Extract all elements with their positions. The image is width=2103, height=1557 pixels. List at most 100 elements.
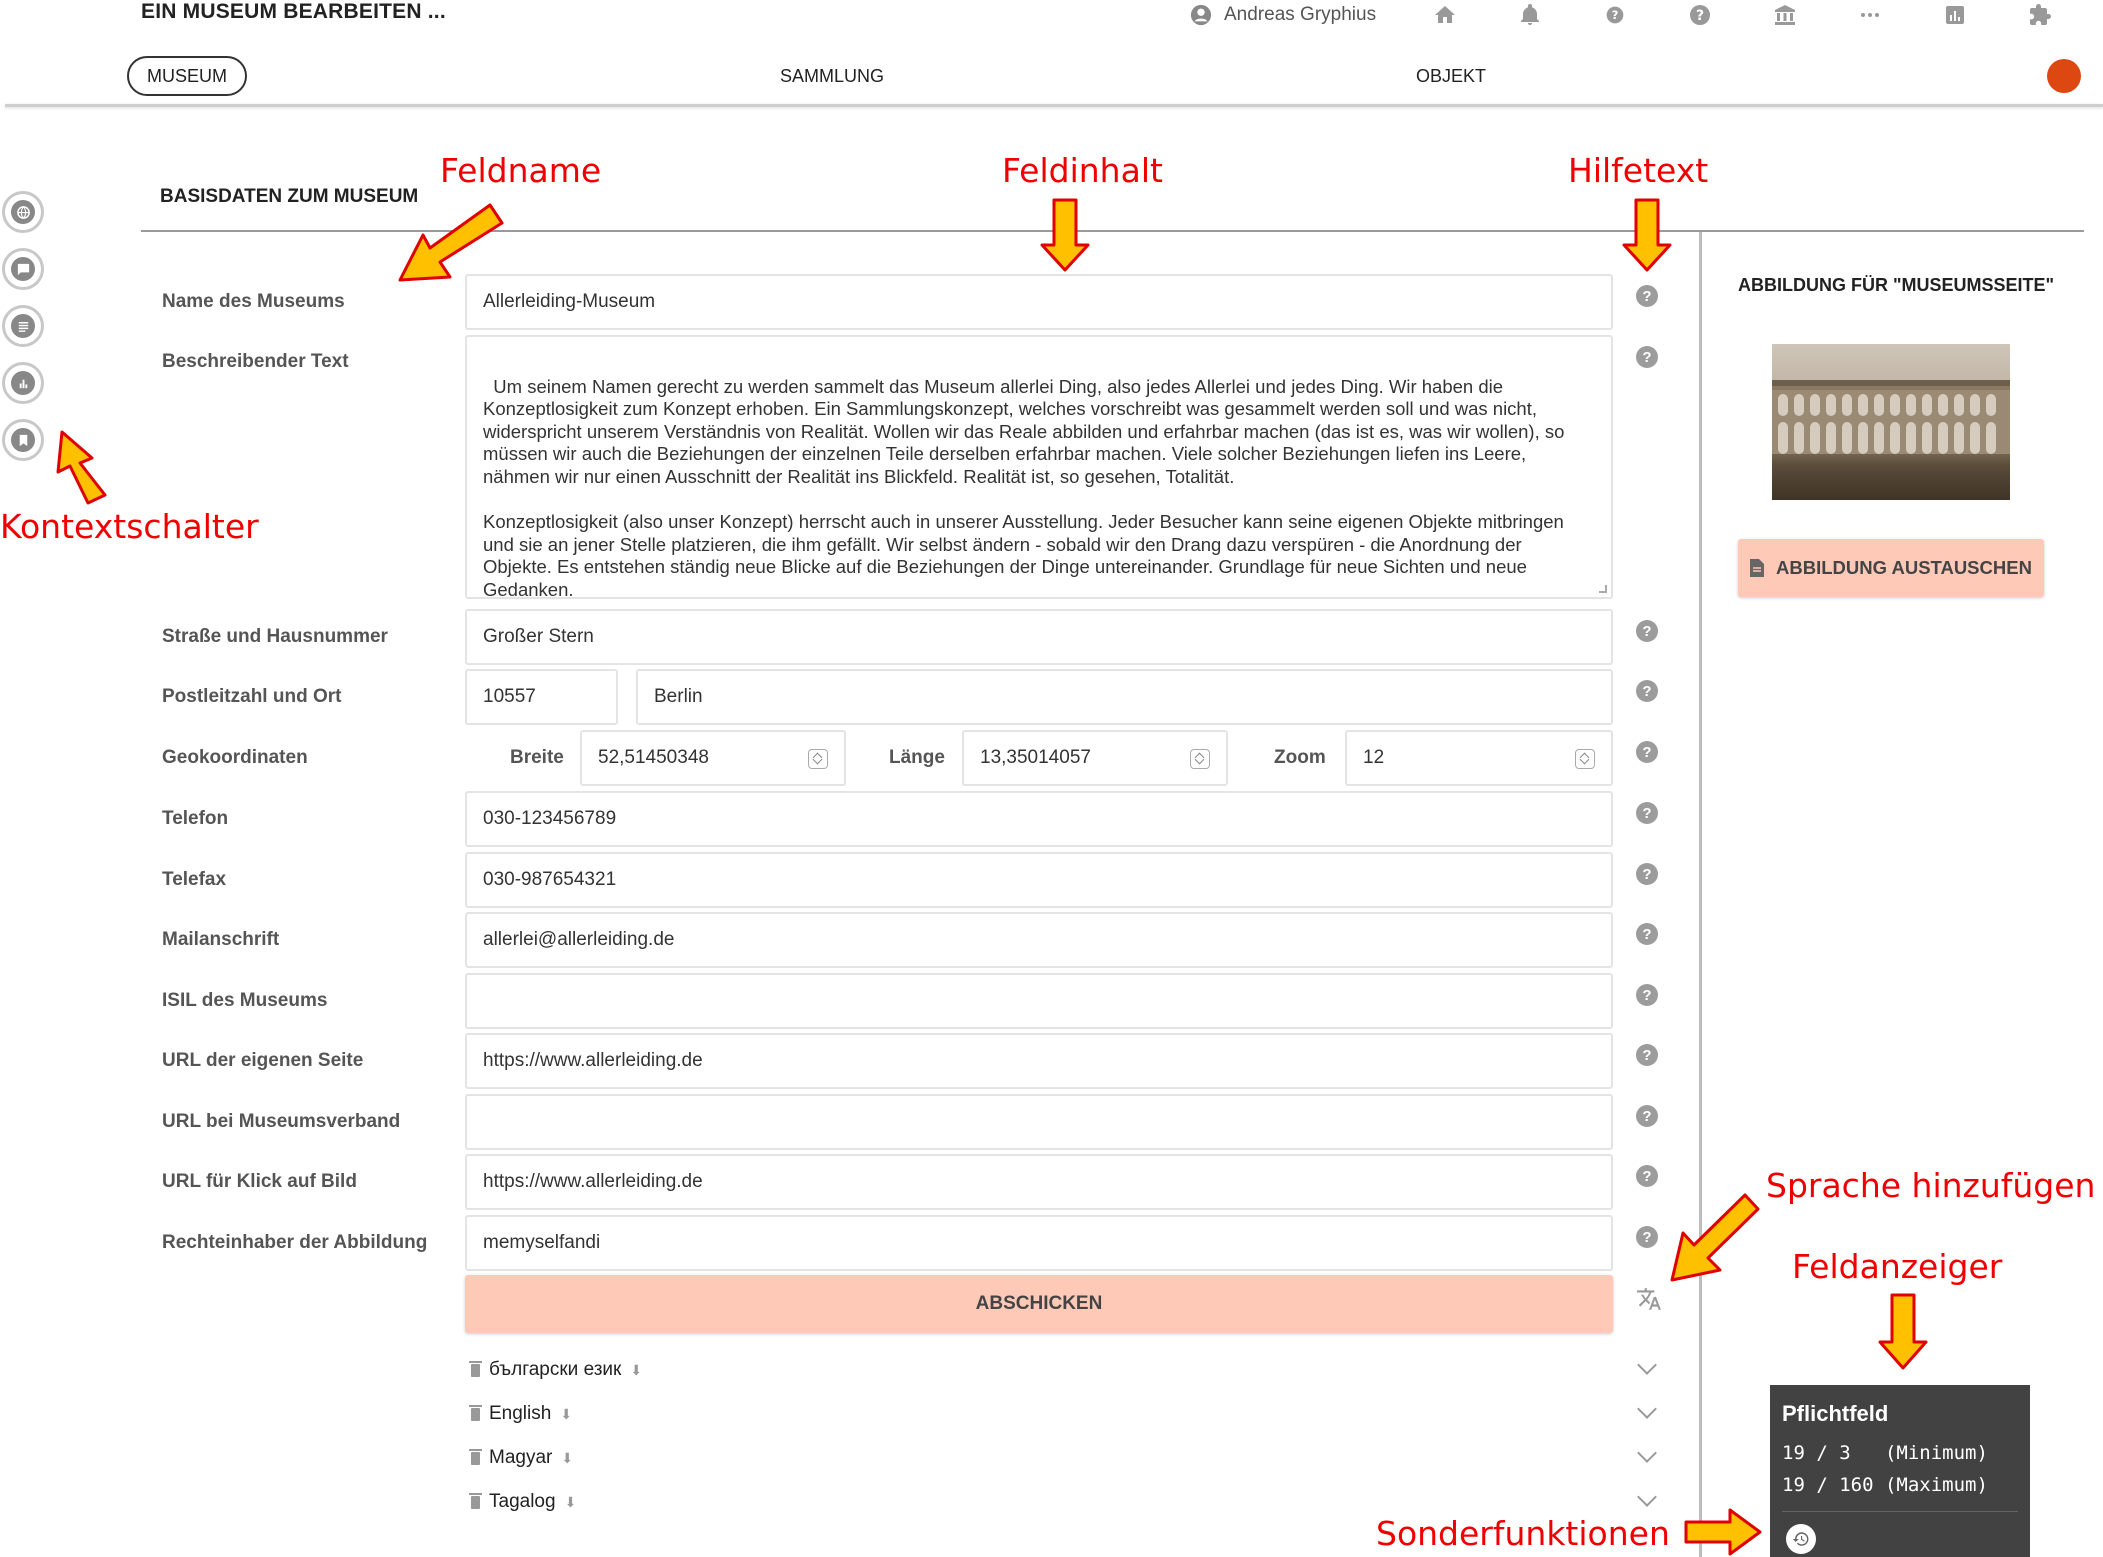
language-row[interactable]: English ⬇ xyxy=(469,1400,572,1428)
user-name: Andreas Gryphius xyxy=(1224,4,1377,25)
download-icon[interactable]: ⬇ xyxy=(565,1494,577,1511)
section-divider xyxy=(141,230,2084,232)
chart-icon xyxy=(1945,6,1964,24)
zoom-stepper[interactable] xyxy=(1575,749,1595,769)
label-url-association: URL bei Museumsverband xyxy=(162,1111,401,1132)
label-rights: Rechteinhaber der Abbildung xyxy=(162,1232,428,1253)
download-icon[interactable]: ⬇ xyxy=(560,1406,572,1423)
label-url-own: URL der eigenen Seite xyxy=(162,1050,364,1071)
zip-input[interactable]: 10557 xyxy=(465,669,618,725)
latitude-input[interactable]: 52,51450348 xyxy=(580,730,846,786)
help-name-icon[interactable]: ? xyxy=(1636,285,1658,307)
help-fax-icon[interactable]: ? xyxy=(1636,863,1658,885)
annotation-feldinhalt: Feldinhalt xyxy=(1002,151,1163,190)
language-row[interactable]: Tagalog ⬇ xyxy=(469,1488,577,1516)
description-text: Um seinem Namen gerecht zu werden sammel… xyxy=(483,375,1565,599)
annotation-sprache: Sprache hinzufügen xyxy=(1766,1166,2096,1205)
user-menu[interactable]: Andreas Gryphius xyxy=(1190,4,1376,26)
description-textarea[interactable]: Um seinem Namen gerecht zu werden sammel… xyxy=(465,335,1613,599)
statistics-button[interactable] xyxy=(1912,0,1997,30)
label-fax: Telefax xyxy=(162,869,227,890)
language-name: Tagalog xyxy=(489,1491,556,1512)
translate-icon[interactable] xyxy=(1636,1286,1662,1312)
help-description-icon[interactable]: ? xyxy=(1636,346,1658,368)
help-mail-icon[interactable]: ? xyxy=(1636,923,1658,945)
status-indicator[interactable] xyxy=(2047,59,2081,93)
tab-museum[interactable]: MUSEUM xyxy=(127,56,247,96)
phone-input[interactable]: 030-123456789 xyxy=(465,791,1613,847)
chevron-down-icon[interactable] xyxy=(1637,1487,1657,1507)
help-isil-icon[interactable]: ? xyxy=(1636,984,1658,1006)
longitude-input[interactable]: 13,35014057 xyxy=(962,730,1228,786)
context-switch-globe[interactable] xyxy=(2,191,44,233)
context-switch-chart[interactable] xyxy=(2,362,44,404)
chevron-down-icon[interactable] xyxy=(1637,1399,1657,1419)
longitude-value: 13,35014057 xyxy=(980,747,1091,768)
isil-input[interactable] xyxy=(465,973,1613,1029)
annotation-feldname: Feldname xyxy=(440,151,602,190)
trash-icon[interactable] xyxy=(469,1404,482,1421)
help-url-association-icon[interactable]: ? xyxy=(1636,1105,1658,1127)
bell-icon xyxy=(1520,4,1539,25)
arrow-feldinhalt xyxy=(1040,198,1090,272)
download-icon[interactable]: ⬇ xyxy=(561,1450,573,1467)
replace-image-button[interactable]: ABBILDUNG AUSTAUSCHEN xyxy=(1738,539,2044,597)
image-panel-title: ABBILDUNG FÜR "MUSEUMSSEITE" xyxy=(1738,275,2055,295)
label-zoom: Zoom xyxy=(1274,747,1326,768)
rights-input[interactable]: memyselfandi xyxy=(465,1215,1613,1271)
help-circle-button[interactable]: ? xyxy=(1572,0,1657,30)
name-input[interactable]: Allerleiding-Museum xyxy=(465,274,1613,330)
longitude-stepper[interactable] xyxy=(1190,749,1210,769)
street-input[interactable]: Großer Stern xyxy=(465,609,1613,665)
city-input[interactable]: Berlin xyxy=(636,669,1613,725)
chevron-down-icon[interactable] xyxy=(1637,1443,1657,1463)
download-icon[interactable]: ⬇ xyxy=(630,1362,642,1379)
language-row[interactable]: български език ⬇ xyxy=(469,1356,642,1384)
label-latitude: Breite xyxy=(510,747,564,768)
globe-icon xyxy=(16,205,30,219)
museum-icon xyxy=(1774,5,1795,25)
museum-image xyxy=(1772,344,2010,500)
bookmark-icon xyxy=(19,434,27,446)
latitude-stepper[interactable] xyxy=(808,749,828,769)
context-switch-bookmark[interactable] xyxy=(2,419,44,461)
indicator-max: 19 / 160 (Maximum) xyxy=(1782,1474,1988,1496)
tab-sammlung[interactable]: SAMMLUNG xyxy=(732,56,932,96)
trash-icon[interactable] xyxy=(469,1492,482,1509)
history-icon xyxy=(1792,1532,1809,1546)
home-button[interactable] xyxy=(1402,0,1487,30)
resize-handle[interactable] xyxy=(1599,585,1607,593)
help-rights-icon[interactable]: ? xyxy=(1636,1226,1658,1248)
url-association-input[interactable] xyxy=(465,1094,1613,1150)
help-street-icon[interactable]: ? xyxy=(1636,620,1658,642)
more-button[interactable] xyxy=(1827,0,1912,30)
trash-icon[interactable] xyxy=(469,1448,482,1465)
fax-input[interactable]: 030-987654321 xyxy=(465,852,1613,908)
svg-text:?: ? xyxy=(1611,8,1618,22)
top-toolbar: Andreas Gryphius ? ? xyxy=(1190,0,2082,30)
chart-icon xyxy=(19,379,27,388)
help-url-click-icon[interactable]: ? xyxy=(1636,1165,1658,1187)
mail-input[interactable]: allerlei@allerleiding.de xyxy=(465,912,1613,968)
account-icon xyxy=(1190,4,1212,26)
help-phone-icon[interactable]: ? xyxy=(1636,802,1658,824)
context-switch-chat[interactable] xyxy=(2,248,44,290)
context-switch-list[interactable] xyxy=(2,305,44,347)
url-click-input[interactable]: https://www.allerleiding.de xyxy=(465,1154,1613,1210)
help-geo-icon[interactable]: ? xyxy=(1636,741,1658,763)
trash-icon[interactable] xyxy=(469,1360,482,1377)
notifications-button[interactable] xyxy=(1487,0,1572,30)
submit-button[interactable]: ABSCHICKEN xyxy=(465,1275,1613,1333)
zoom-input[interactable]: 12 xyxy=(1345,730,1613,786)
chevron-down-icon[interactable] xyxy=(1637,1355,1657,1375)
museum-button[interactable] xyxy=(1742,0,1827,30)
help-postal-icon[interactable]: ? xyxy=(1636,680,1658,702)
help-button[interactable]: ? xyxy=(1657,0,1742,30)
tab-objekt[interactable]: OBJEKT xyxy=(1351,56,1551,96)
history-button[interactable] xyxy=(1786,1524,1816,1554)
language-row[interactable]: Magyar ⬇ xyxy=(469,1444,573,1472)
plugins-button[interactable] xyxy=(1997,0,2082,30)
label-mail: Mailanschrift xyxy=(162,929,280,950)
help-url-own-icon[interactable]: ? xyxy=(1636,1044,1658,1066)
url-own-input[interactable]: https://www.allerleiding.de xyxy=(465,1033,1613,1089)
